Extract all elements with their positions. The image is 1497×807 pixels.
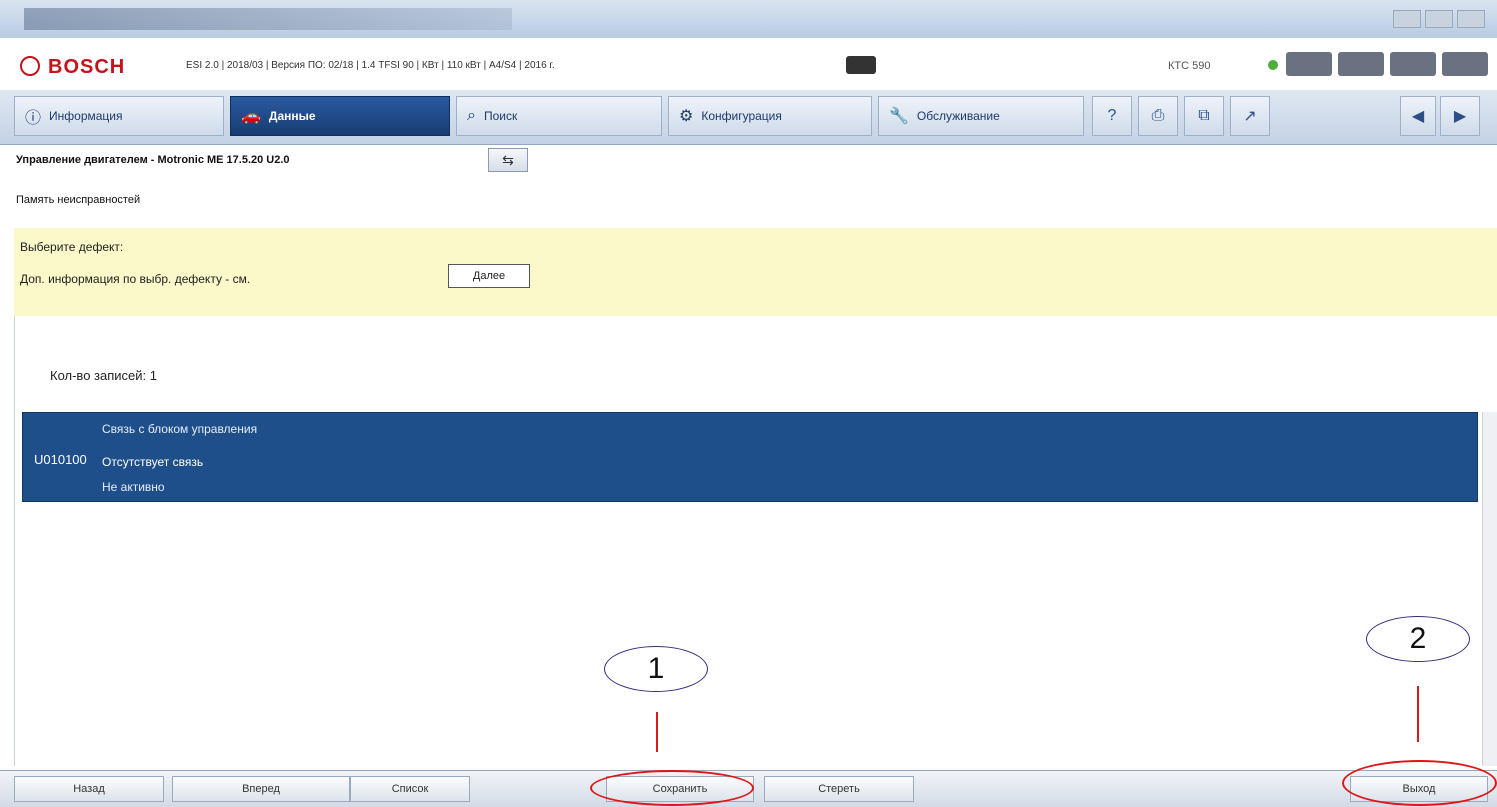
callout-1-line: [656, 712, 658, 752]
tab-label: Данные: [268, 109, 316, 123]
close-button[interactable]: [1457, 10, 1485, 28]
camera-icon[interactable]: [1286, 52, 1332, 76]
bosch-logo-icon: [20, 56, 40, 76]
connection-status-icon: [1268, 60, 1278, 70]
brand-logo: BOSCH: [48, 56, 126, 78]
list-button[interactable]: Список: [350, 776, 470, 802]
tab-search[interactable]: ⌕ Поиск: [456, 96, 662, 136]
export-icon: ↗: [1243, 108, 1257, 125]
wrench-icon: 🔧: [889, 108, 909, 125]
vertical-scrollbar[interactable]: [1482, 412, 1497, 766]
clear-button[interactable]: Стереть: [764, 776, 914, 802]
highlight-exit: [1342, 760, 1497, 806]
tab-label: Конфигурация: [701, 109, 782, 123]
tab-data[interactable]: 🚗 Данные: [230, 96, 450, 136]
info-icon: ⓘ: [25, 110, 42, 127]
vehicle-info: ESI 2.0 | 2018/03 | Версия ПО: 02/18 | 1…: [186, 60, 555, 71]
fault-code: U010100: [34, 452, 87, 467]
tab-configuration[interactable]: ⚙ Конфигурация: [668, 96, 872, 136]
search-icon: ⌕: [467, 107, 476, 124]
window-title: [24, 8, 512, 30]
window-titlebar: [0, 0, 1497, 39]
chevron-left-icon: ◀: [1411, 108, 1425, 125]
device-icon[interactable]: [1338, 52, 1384, 76]
fault-detail: Отсутствует связь: [102, 455, 204, 469]
tab-label: Обслуживание: [916, 109, 1000, 123]
maximize-button[interactable]: [1425, 10, 1453, 28]
chevron-right-icon: ▶: [1453, 108, 1467, 125]
top-toolbar-icons: [1286, 52, 1488, 76]
export-button[interactable]: ↗: [1230, 96, 1270, 136]
window-icon: ⧉: [1198, 107, 1210, 124]
tab-service[interactable]: 🔧 Обслуживание: [878, 96, 1084, 136]
tab-label: Информация: [49, 109, 123, 123]
tab-label: Поиск: [483, 109, 518, 123]
callout-2-line: [1417, 686, 1419, 742]
help-icon: ?: [1107, 107, 1117, 124]
minimize-button[interactable]: [1393, 10, 1421, 28]
back-button[interactable]: Назад: [14, 776, 164, 802]
status-text: КТС 590: [1168, 60, 1211, 72]
print-top-icon[interactable]: [1390, 52, 1436, 76]
window-controls: [1393, 10, 1485, 28]
switch-ecu-button[interactable]: ⇆: [488, 148, 528, 172]
fault-description: Связь с блоком управления: [102, 422, 258, 436]
window-button[interactable]: ⧉: [1184, 96, 1224, 136]
highlight-save: [590, 770, 754, 806]
tab-information[interactable]: ⓘ Информация: [14, 96, 224, 136]
print-button[interactable]: ⎙: [1138, 96, 1178, 136]
callout-2: 2: [1366, 616, 1470, 662]
forward-button[interactable]: Вперед: [172, 776, 350, 802]
swap-icon: ⇆: [502, 151, 514, 168]
details-button[interactable]: Далее: [448, 264, 530, 288]
callout-1: 1: [604, 646, 708, 692]
car-icon: 🚗: [241, 108, 261, 125]
vehicle-icon[interactable]: [846, 56, 876, 74]
instruction-line-2: Доп. информация по выбр. дефекту - см.: [20, 272, 251, 286]
breadcrumb: Управление двигателем - Motronic ME 17.5…: [16, 154, 290, 166]
instruction-line-1: Выберите дефект:: [20, 240, 124, 254]
exit-top-icon[interactable]: [1442, 52, 1488, 76]
gear-icon: ⚙: [679, 108, 694, 125]
scroll-right-button[interactable]: ▶: [1440, 96, 1480, 136]
page-title: Память неисправностей: [16, 194, 141, 206]
print-icon: ⎙: [1151, 107, 1165, 124]
help-button[interactable]: ?: [1092, 96, 1132, 136]
record-count: Кол-во записей: 1: [50, 368, 157, 383]
scroll-left-button[interactable]: ◀: [1400, 96, 1436, 136]
fault-status: Не активно: [102, 480, 165, 494]
fault-list-panel: [14, 316, 1497, 766]
